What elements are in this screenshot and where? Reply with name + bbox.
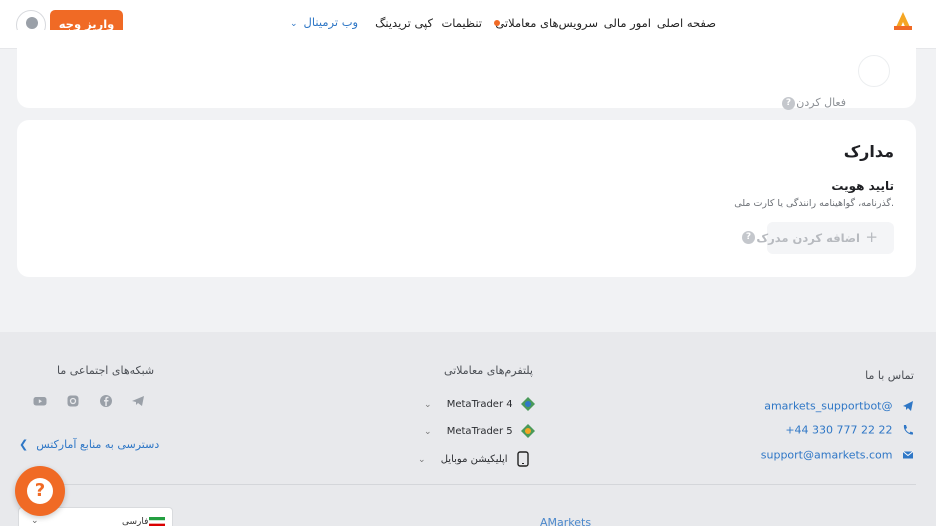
instagram-icon[interactable]	[66, 394, 80, 408]
add-document-label: اضافه کردن مدرک	[756, 231, 860, 245]
nav-trading-services[interactable]: سرویس‌های معاملاتی	[495, 16, 598, 30]
nav-finance[interactable]: امور مالی	[604, 16, 651, 30]
contact-title: تماس با ما	[865, 369, 914, 382]
platforms-title: پلتفرم‌های معاملاتی	[444, 364, 533, 377]
chevron-down-icon: ⌄	[424, 427, 432, 437]
telegram-contact[interactable]: amarkets_supportbot@	[764, 399, 914, 413]
metatrader-icon	[520, 424, 535, 438]
documents-card: مدارک تایید هویت گذرنامه، گواهینامه رانن…	[17, 120, 916, 277]
telegram-contact-label: amarkets_supportbot@	[764, 399, 893, 413]
activate-link[interactable]: فعال کردن	[796, 96, 846, 109]
iran-flag-icon	[149, 517, 165, 526]
phone-contact-label: +44 330 777 22 22	[785, 423, 893, 437]
email-contact[interactable]: support@amarkets.com	[761, 448, 914, 462]
resources-link[interactable]: ❮ دسترسی به منابع آمارکتس	[19, 438, 159, 451]
documents-title: مدارک	[843, 142, 894, 161]
help-icon[interactable]: ?	[782, 97, 795, 110]
metatrader-icon	[520, 397, 535, 411]
phone-icon	[903, 425, 913, 435]
plus-icon: +	[865, 228, 878, 246]
identity-verification-title: تایید هویت	[831, 179, 894, 193]
footer-divider	[19, 484, 916, 485]
chevron-down-icon: ⌄	[31, 516, 39, 526]
add-document-button[interactable]: اضافه کردن مدرک +	[756, 222, 894, 254]
platform-mt4-label: MetaTrader 4	[446, 399, 513, 410]
platform-mt5-label: MetaTrader 5	[446, 426, 513, 437]
chevron-down-icon: ⌄	[424, 400, 432, 410]
language-label: فارسی	[122, 517, 149, 526]
identity-verification-description: گذرنامه، گواهینامه رانندگی یا کارت ملی.	[734, 198, 894, 209]
web-terminal-label: وب ترمینال	[303, 15, 359, 29]
page-scrollbar[interactable]	[932, 49, 936, 526]
notification-dot	[494, 20, 500, 26]
telegram-icon[interactable]	[131, 394, 145, 408]
nav-copy-trading[interactable]: کپی تریدینگ	[375, 16, 433, 30]
telegram-icon	[903, 401, 913, 411]
question-icon: ?	[27, 478, 53, 504]
help-icon[interactable]: ?	[742, 231, 755, 244]
platform-mobile[interactable]: ⌄ اپلیکیشن موبایل	[418, 451, 529, 467]
platform-mt5[interactable]: ⌄ MetaTrader 5	[424, 423, 536, 439]
email-icon	[902, 451, 914, 459]
platform-mobile-label: اپلیکیشن موبایل	[440, 454, 508, 465]
chevron-down-icon: ⌄	[290, 19, 298, 29]
mobile-phone-icon	[517, 451, 529, 467]
resources-chevron-icon: ❮	[19, 438, 29, 451]
platform-mt4[interactable]: ⌄ MetaTrader 4	[424, 396, 536, 412]
phone-contact[interactable]: +44 330 777 22 22	[785, 423, 914, 437]
social-title: شبکه‌های اجتماعی ما	[57, 364, 155, 377]
chevron-down-icon: ⌄	[418, 455, 426, 465]
email-contact-label: support@amarkets.com	[760, 448, 893, 462]
facebook-icon[interactable]	[99, 394, 113, 408]
nav-web-terminal[interactable]: ⌄ وب ترمینال	[290, 15, 358, 29]
two-factor-card: فعال کردن ?	[17, 30, 916, 110]
nav-home[interactable]: صفحه اصلی	[657, 16, 716, 30]
bottom-footer-links[interactable]: AMarkets	[540, 516, 591, 526]
nav-settings[interactable]: تنظیمات	[441, 16, 482, 30]
activate-label: فعال کردن	[796, 96, 846, 109]
bottom-link-amarkets[interactable]: AMarkets	[540, 516, 591, 526]
resources-link-label: دسترسی به منابع آمارکتس	[36, 438, 160, 451]
status-circle-icon	[858, 55, 890, 87]
help-chat-button[interactable]: ?	[15, 466, 65, 516]
youtube-icon[interactable]	[33, 394, 47, 408]
